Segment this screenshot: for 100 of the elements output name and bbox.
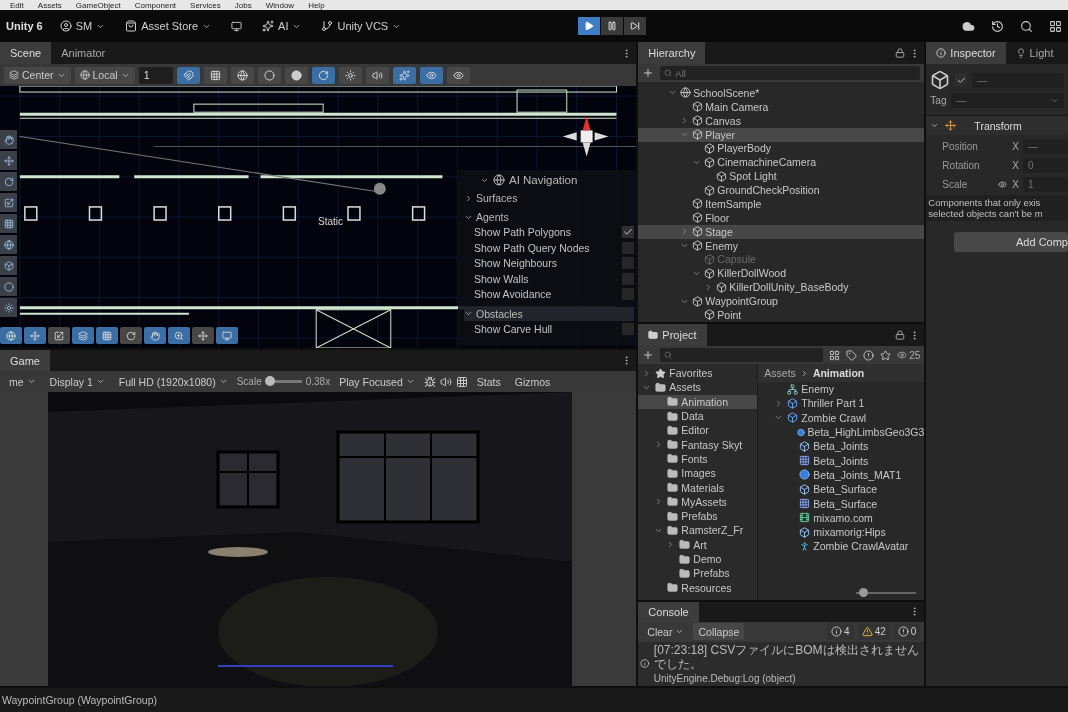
folder-item[interactable]: Prefabs bbox=[638, 566, 758, 581]
folder-item[interactable]: Demo bbox=[638, 551, 758, 567]
pause-button[interactable] bbox=[601, 17, 624, 35]
checkbox[interactable] bbox=[622, 272, 634, 285]
value-field[interactable]: 0 bbox=[1023, 157, 1068, 173]
value-field[interactable]: 1 bbox=[1023, 176, 1068, 192]
view-dropdown[interactable]: me bbox=[4, 373, 41, 390]
hierarchy-item[interactable]: ItemSample bbox=[638, 197, 925, 211]
checkbox[interactable] bbox=[622, 322, 634, 335]
panel-tab[interactable]: Hierarchy bbox=[638, 42, 706, 64]
asset-item[interactable]: mixamorig:Hips bbox=[758, 524, 925, 540]
folder-item[interactable]: Fonts bbox=[638, 451, 758, 467]
resolution-dropdown[interactable]: Full HD (1920x1080) bbox=[113, 373, 233, 390]
log-count-toggle[interactable]: 42 bbox=[857, 623, 890, 641]
toolbar-button[interactable] bbox=[338, 66, 362, 84]
folder-item[interactable]: Fantasy Skyt bbox=[638, 437, 758, 452]
overlay-tool-button[interactable] bbox=[48, 327, 70, 344]
hierarchy-item[interactable]: KillerDollWood bbox=[638, 266, 925, 281]
asset-item[interactable]: Zombie CrawlAvatar bbox=[758, 539, 925, 554]
hierarchy-item[interactable]: PlayerBody bbox=[638, 141, 925, 156]
hierarchy-item[interactable]: WaypointGroup bbox=[638, 294, 925, 308]
overlay-tool-button[interactable] bbox=[72, 327, 94, 344]
scene-tool-button[interactable] bbox=[0, 235, 17, 254]
hierarchy-item[interactable]: Player bbox=[638, 127, 925, 142]
menu-item[interactable]: Window bbox=[265, 2, 295, 10]
overlay-tool-button[interactable] bbox=[24, 327, 46, 344]
log-count-toggle[interactable]: 0 bbox=[893, 623, 921, 641]
asset-item[interactable]: Enemy bbox=[758, 382, 925, 397]
checkbox[interactable] bbox=[622, 257, 634, 270]
panel-tab[interactable]: Console bbox=[638, 602, 699, 622]
toolbar-button[interactable] bbox=[392, 66, 416, 84]
grid-size-field[interactable]: 1 bbox=[138, 66, 173, 84]
overlay-tool-button[interactable] bbox=[216, 327, 238, 344]
toolbar-button[interactable] bbox=[284, 66, 308, 84]
toolbar-button[interactable] bbox=[203, 66, 227, 84]
search-field[interactable] bbox=[660, 348, 824, 362]
history-icon[interactable] bbox=[991, 19, 1004, 33]
scene-tool-button[interactable] bbox=[0, 193, 17, 212]
checkbox[interactable] bbox=[622, 288, 634, 301]
scene-tool-button[interactable] bbox=[0, 277, 17, 296]
hierarchy-item[interactable]: Enemy bbox=[638, 238, 925, 253]
asset-item[interactable]: Beta_Joints bbox=[758, 453, 925, 468]
active-checkbox[interactable] bbox=[955, 74, 968, 86]
speaker-icon[interactable] bbox=[439, 375, 452, 388]
folder-item[interactable]: MyAssets bbox=[638, 494, 758, 509]
hierarchy-item[interactable]: Point bbox=[638, 308, 925, 322]
panel-tab[interactable]: Animator bbox=[51, 42, 116, 64]
tag-icon[interactable] bbox=[846, 349, 858, 361]
hierarchy-item[interactable]: GroundCheckPosition bbox=[638, 183, 925, 197]
filter-icon[interactable] bbox=[829, 349, 841, 361]
toolbar-dropdown[interactable]: Asset Store bbox=[122, 18, 215, 34]
folder-item[interactable]: Prefabs bbox=[638, 508, 758, 524]
menu-item[interactable]: Edit bbox=[10, 2, 24, 10]
stats-button[interactable]: Stats bbox=[471, 373, 506, 390]
hierarchy-item[interactable]: KillerDollUnity_BaseBody bbox=[638, 280, 925, 295]
checkbox[interactable] bbox=[622, 241, 634, 254]
toolbar-button[interactable] bbox=[365, 66, 389, 84]
toolbar-button[interactable] bbox=[419, 66, 443, 84]
hierarchy-item[interactable]: Spot Light bbox=[638, 169, 925, 184]
menu-item[interactable]: Services bbox=[190, 2, 221, 10]
section-header[interactable]: Surfaces bbox=[464, 191, 634, 205]
menu-item[interactable]: Jobs bbox=[234, 2, 252, 10]
display-dropdown[interactable]: Display 1 bbox=[44, 373, 110, 390]
overlay-tool-button[interactable] bbox=[144, 327, 166, 344]
bug-icon[interactable] bbox=[423, 375, 436, 388]
search-icon[interactable] bbox=[1020, 19, 1033, 33]
add-icon[interactable] bbox=[642, 67, 655, 79]
panel-tab[interactable]: Project bbox=[638, 324, 707, 346]
toolbar-dropdown[interactable]: AI bbox=[259, 18, 305, 34]
breadcrumb-link[interactable]: Assets bbox=[764, 367, 796, 379]
cloud-icon[interactable] bbox=[962, 19, 975, 33]
overlay-tool-button[interactable] bbox=[168, 327, 190, 344]
add-icon[interactable] bbox=[642, 349, 655, 361]
hierarchy-item[interactable]: Main Camera bbox=[638, 99, 925, 114]
hierarchy-item[interactable]: SchoolScene* bbox=[638, 86, 925, 100]
folder-item[interactable]: Data bbox=[638, 408, 758, 424]
hierarchy-item[interactable]: Canvas bbox=[638, 113, 925, 128]
name-field[interactable]: — bbox=[972, 72, 1064, 88]
asset-item[interactable]: Beta_HighLimbsGeo3G3 bbox=[758, 424, 925, 440]
folder-item[interactable]: Animation bbox=[638, 394, 758, 409]
hidden-count[interactable]: 25 bbox=[897, 349, 921, 361]
menu-item[interactable]: GameObject bbox=[75, 2, 121, 10]
log-count-toggle[interactable]: 4 bbox=[827, 623, 854, 641]
menu-item[interactable]: Component bbox=[134, 2, 177, 10]
hierarchy-item[interactable]: CinemachineCamera bbox=[638, 155, 925, 170]
folder-item[interactable]: Editor bbox=[638, 423, 758, 438]
breadcrumb-link[interactable]: Animation bbox=[812, 367, 865, 379]
grid-icon[interactable] bbox=[455, 375, 468, 388]
panel-tab[interactable]: Game bbox=[0, 350, 50, 371]
asset-item[interactable]: Beta_Joints bbox=[758, 439, 925, 454]
scene-tool-button[interactable] bbox=[0, 256, 17, 275]
panel-tab[interactable]: Light bbox=[1005, 42, 1064, 64]
toolbar-dropdown[interactable]: Unity VCS bbox=[318, 18, 405, 34]
folder-item[interactable]: Favorites bbox=[638, 366, 758, 381]
pivot-dropdown[interactable]: Center bbox=[4, 66, 71, 84]
play-mode-dropdown[interactable]: Play Focused bbox=[334, 373, 420, 390]
value-field[interactable]: — bbox=[1023, 138, 1068, 154]
folder-item[interactable]: Art bbox=[638, 537, 758, 552]
scene-tool-button[interactable] bbox=[0, 214, 17, 233]
folder-item[interactable]: Images bbox=[638, 466, 758, 481]
